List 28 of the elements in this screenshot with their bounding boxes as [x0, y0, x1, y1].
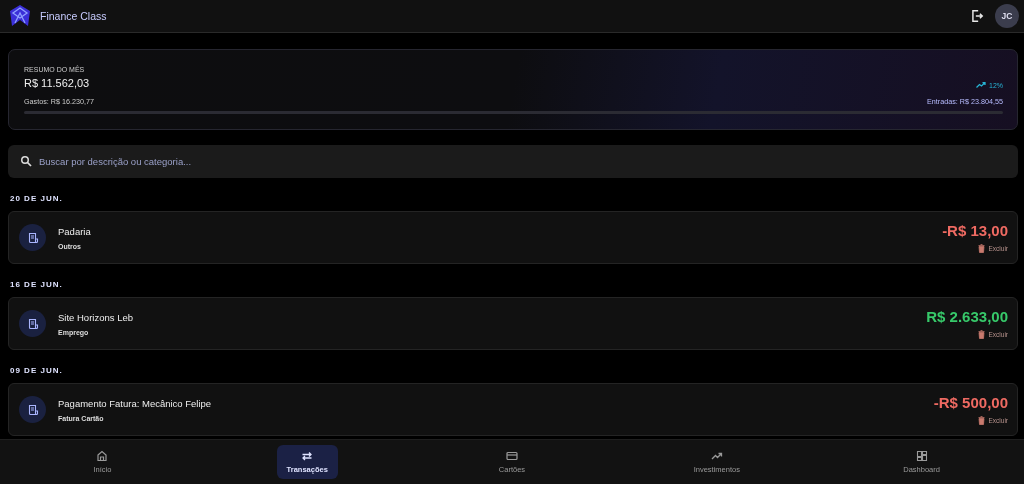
search-field[interactable]: Buscar por descrição ou categoria... — [8, 145, 1018, 178]
trash-icon — [978, 330, 986, 339]
balance-amount: R$ 11.562,03 — [24, 77, 90, 89]
receipt-icon — [19, 224, 46, 251]
logout-icon[interactable] — [970, 9, 984, 23]
card-icon — [506, 450, 518, 462]
trash-icon — [978, 244, 986, 253]
transaction-title: Padaria — [58, 225, 92, 237]
transaction-amount: R$ 2.633,00 — [926, 308, 1008, 325]
trash-icon — [978, 416, 986, 425]
transaction-title: Pagamento Fatura: Mecânico Felipe — [58, 397, 213, 409]
trend-up-icon — [710, 450, 723, 462]
dashboard-icon — [915, 450, 928, 462]
swap-arrows-icon — [301, 450, 314, 462]
logo-icon — [8, 4, 32, 28]
date-heading: 16 DE JUN. — [10, 280, 64, 289]
date-heading: 20 DE JUN. — [10, 194, 64, 203]
receipt-icon — [19, 396, 46, 423]
transaction-amount: -R$ 500,00 — [933, 394, 1008, 411]
transaction-amount: -R$ 13,00 — [942, 222, 1008, 239]
user-avatar[interactable]: JC — [995, 4, 1019, 28]
trend-up-icon — [976, 81, 986, 89]
home-icon — [96, 450, 109, 462]
app-name: Finance Class — [40, 10, 107, 22]
transaction-title: Site Horizons Leb — [58, 311, 134, 323]
receipt-icon — [19, 310, 46, 337]
search-icon — [20, 155, 32, 167]
date-heading: 09 DE JUN. — [10, 366, 64, 375]
